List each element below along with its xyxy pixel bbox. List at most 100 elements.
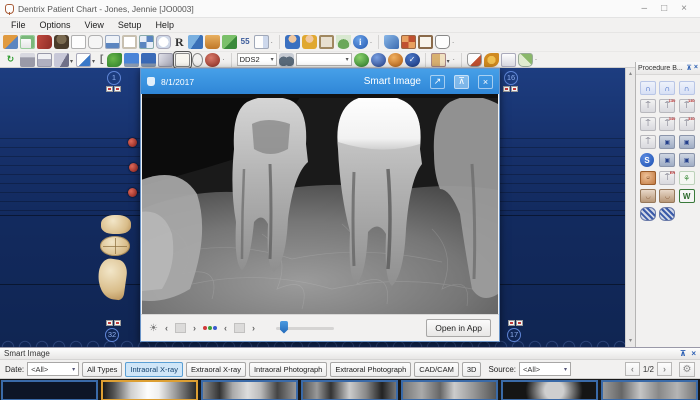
page-prev-icon[interactable]: ‹ xyxy=(624,362,640,376)
prescriptions-icon[interactable]: R xyxy=(173,35,186,49)
source-select[interactable]: <All> ▾ xyxy=(519,362,572,376)
referral-person-icon[interactable] xyxy=(284,35,300,49)
grid-red-icon[interactable] xyxy=(401,35,417,49)
prev-adjust-icon[interactable]: ‹ xyxy=(163,323,170,333)
tooth-white-icon[interactable] xyxy=(435,35,451,49)
scroll-down-icon[interactable]: ▾ xyxy=(626,337,635,344)
print-preview-icon[interactable] xyxy=(37,52,52,67)
bracket-tool-icon[interactable]: [ xyxy=(98,53,105,67)
procedure-monitor-button[interactable]: ▣ xyxy=(659,135,676,149)
monitor-media-icon[interactable] xyxy=(141,52,157,67)
lab-case-icon[interactable] xyxy=(335,35,351,49)
open-in-app-button[interactable]: Open in App xyxy=(426,319,491,337)
procedure-root-button[interactable]: ⍑ xyxy=(640,135,656,149)
panel-pin-icon[interactable]: ⊼ xyxy=(680,349,687,358)
procedure-monitor-button[interactable]: ▣ xyxy=(659,153,676,167)
status-blue-icon[interactable] xyxy=(370,52,386,67)
filter-intraoral-photograph[interactable]: Intraoral Photograph xyxy=(248,361,328,377)
dialog-titlebar[interactable]: 8/1/2017 Smart Image ↗ ⊼ × xyxy=(141,69,499,94)
perio-chart-icon[interactable] xyxy=(105,35,120,49)
menu-file[interactable]: File xyxy=(4,19,33,31)
smart-image-panel-icon[interactable] xyxy=(173,50,193,69)
patient-picture-icon[interactable] xyxy=(253,35,269,49)
panel-rounded-icon[interactable] xyxy=(88,35,103,49)
tooth-32-crown-view[interactable] xyxy=(101,215,131,234)
patient-notes-icon[interactable] xyxy=(20,35,35,49)
next-adjust-icon[interactable]: › xyxy=(191,323,198,333)
ledger-book-icon[interactable] xyxy=(37,35,52,49)
missing-tooth-icon[interactable] xyxy=(205,52,221,67)
color-filter-icon[interactable] xyxy=(202,326,217,330)
maximize-icon[interactable]: □ xyxy=(661,1,667,17)
brightness-icon[interactable]: ☀ xyxy=(149,323,158,334)
acquire-dropdown-icon[interactable]: ▾ xyxy=(70,58,73,65)
office-journal-icon[interactable] xyxy=(204,35,220,49)
tooth-32-occlusal-view[interactable] xyxy=(100,236,130,256)
procedure-plant-button[interactable]: ⚘ xyxy=(678,171,695,185)
slider-handle[interactable] xyxy=(279,320,288,334)
menu-setup[interactable]: Setup xyxy=(111,19,149,31)
thumbnail-2-selected[interactable] xyxy=(101,380,198,400)
procedure-implant-button[interactable]: ⍑ xyxy=(640,99,656,113)
burst-tool-icon[interactable] xyxy=(483,52,499,67)
annotate-dropdown-icon[interactable]: ▾ xyxy=(92,58,95,65)
tooth-32-flags[interactable] xyxy=(106,320,121,326)
tooth-number-32[interactable]: 32 xyxy=(105,328,119,342)
thumbnail-7[interactable] xyxy=(601,380,698,400)
thumbnail-5[interactable] xyxy=(401,380,498,400)
tooth-wand-icon[interactable] xyxy=(517,52,533,67)
close-icon[interactable]: × xyxy=(681,1,687,17)
zoom-slider[interactable] xyxy=(275,320,334,334)
quick-letters-icon[interactable]: 55 xyxy=(239,35,252,49)
procedure-denture-button[interactable]: ◡ xyxy=(659,189,676,203)
view-select[interactable]: ▾ xyxy=(295,53,352,66)
status-orange-icon[interactable] xyxy=(387,52,403,67)
dialog-close-icon[interactable]: × xyxy=(478,74,493,89)
status-check-icon[interactable]: ✓ xyxy=(404,52,420,67)
panel-close-icon[interactable]: × xyxy=(694,64,698,72)
page-next-icon[interactable]: › xyxy=(657,362,672,376)
print-icon[interactable] xyxy=(20,52,35,67)
procedure-sealant-button[interactable]: S xyxy=(640,153,654,167)
annotate-icon[interactable] xyxy=(76,52,92,67)
procedure-implant-130-button[interactable]: ⍑ 130 xyxy=(659,98,676,113)
procedure-bridge-button[interactable]: ∩ xyxy=(678,81,695,95)
exit-dropdown-icon[interactable]: ▾ xyxy=(447,58,450,65)
procedure-monitor-button[interactable]: ▣ xyxy=(678,135,695,149)
procedure-hatch-button[interactable]: ▨ xyxy=(659,207,676,221)
procedure-monitor-button[interactable]: ▣ xyxy=(678,153,695,167)
expand-icon[interactable]: ↗ xyxy=(430,74,445,89)
filter-intraoral-xray[interactable]: Intraoral X-ray xyxy=(125,361,183,377)
chart-scrollbar[interactable]: ▴ ▾ xyxy=(625,68,635,347)
xray-image[interactable] xyxy=(132,94,498,315)
search-binoculars-icon[interactable] xyxy=(278,52,294,67)
procedure-implant-340-button[interactable]: ⍑ 340 xyxy=(659,116,676,131)
next-filter-icon[interactable]: › xyxy=(250,323,257,333)
filter-3d[interactable]: 3D xyxy=(461,361,482,377)
treatment-planner-icon[interactable] xyxy=(156,35,171,49)
menu-options[interactable]: Options xyxy=(33,19,78,31)
thumbnail-4[interactable] xyxy=(301,380,398,400)
notepad-icon[interactable] xyxy=(500,52,516,67)
tooth-number-1[interactable]: 1 xyxy=(107,71,121,85)
settings-gear-icon[interactable]: ⚙ xyxy=(679,361,695,377)
procedure-perio-button[interactable]: ☺ xyxy=(640,171,656,185)
menu-help[interactable]: Help xyxy=(148,19,181,31)
filter-extraoral-xray[interactable]: Extraoral X-ray xyxy=(185,361,246,377)
filter-extraoral-photograph[interactable]: Extraoral Photograph xyxy=(330,361,412,377)
procedure-implant-340-button[interactable]: ⍑ 340 xyxy=(678,116,695,131)
procedure-crown-button[interactable]: ⍑ xyxy=(640,117,656,131)
clipboard-icon[interactable] xyxy=(158,52,174,67)
appointments-icon[interactable] xyxy=(3,35,18,49)
frame-portrait-icon[interactable] xyxy=(418,35,434,49)
tooth-1-flags[interactable] xyxy=(106,86,121,92)
imaging-grid-icon[interactable] xyxy=(139,35,154,49)
procedure-implant-er-button[interactable]: ⍑ ER xyxy=(659,170,676,185)
filter-cadcam[interactable]: CAD/CAM xyxy=(414,361,459,377)
procedure-implant-140-button[interactable]: ⍑ 140 xyxy=(678,98,695,113)
procedure-word-doc-button[interactable]: W xyxy=(678,189,695,203)
procedure-denture-button[interactable]: ◡ xyxy=(640,189,656,203)
picture-icon[interactable] xyxy=(318,35,334,49)
minimize-icon[interactable]: – xyxy=(642,1,648,17)
provider-select[interactable]: DDS2 ▾ xyxy=(236,53,277,66)
